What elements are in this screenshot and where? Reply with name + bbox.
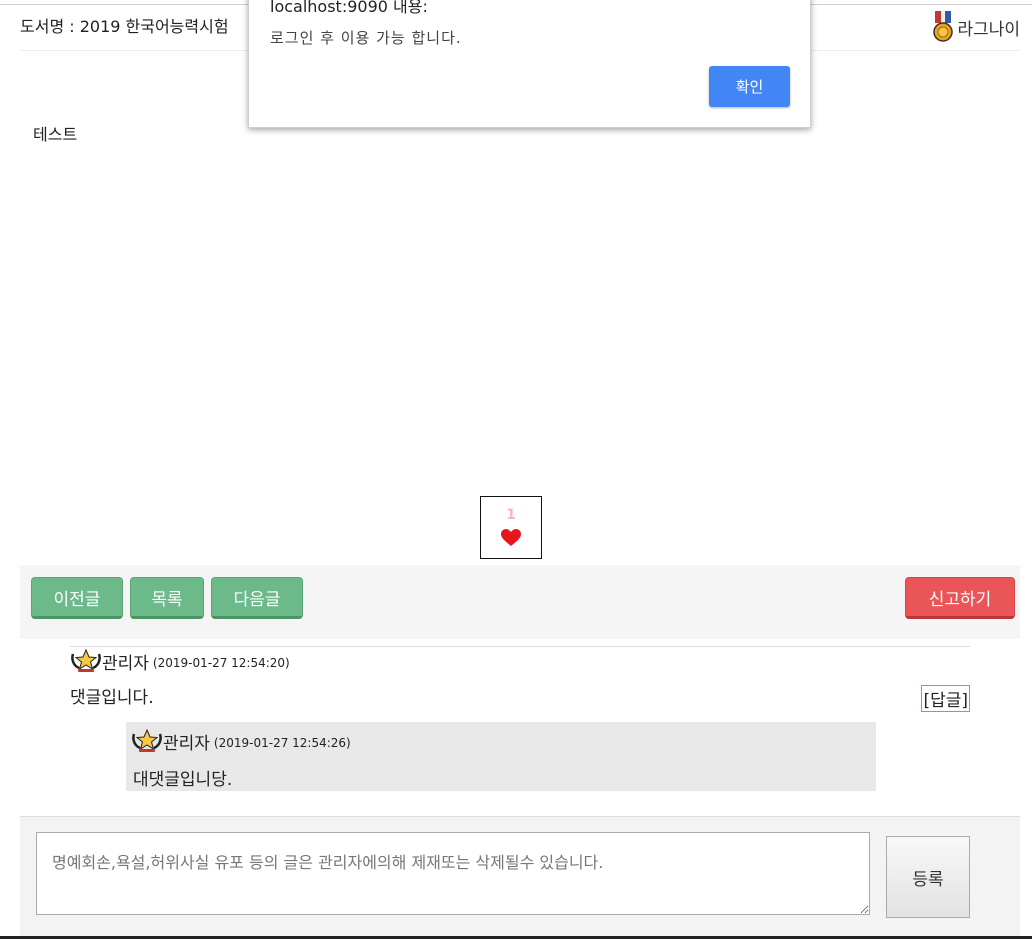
dialog-ok-button[interactable]: 확인: [709, 66, 790, 107]
comment-date: (2019-01-27 12:54:20): [152, 655, 290, 670]
reply-item: 관리자 (2019-01-27 12:54:26) 대댓글입니당.: [126, 722, 876, 791]
reply-header: 관리자 (2019-01-27 12:54:26): [131, 728, 351, 754]
username: 라그나이: [957, 19, 1020, 40]
comment-form: 등록: [20, 816, 1020, 937]
reply-author: 관리자: [163, 733, 210, 754]
comment-input[interactable]: [36, 832, 870, 915]
dialog-title: localhost:9090 내용:: [270, 0, 428, 16]
user-info[interactable]: 라그나이: [932, 11, 1020, 43]
post-action-bar: 이전글 목록 다음글 신고하기: [20, 565, 1020, 639]
admin-star-icon: [71, 648, 101, 672]
comment-header: 관리자 (2019-01-27 12:54:20): [70, 648, 970, 674]
comment-text: 댓글입니다.: [70, 688, 154, 708]
book-title: 도서명 : 2019 한국어능력시험: [20, 17, 229, 36]
dialog-message: 로그인 후 이용 가능 합니다.: [270, 29, 462, 47]
submit-comment-button[interactable]: 등록: [886, 836, 970, 918]
like-count: 1: [506, 507, 516, 523]
post-body: 테스트: [33, 125, 78, 144]
list-button[interactable]: 목록: [130, 577, 204, 619]
reply-link[interactable]: [답글]: [921, 685, 970, 712]
like-button[interactable]: 1: [480, 496, 542, 559]
admin-star-icon: [132, 728, 162, 752]
comment-item: 관리자 (2019-01-27 12:54:20) 댓글입니다. [답글]: [70, 648, 970, 712]
next-post-button[interactable]: 다음글: [211, 577, 303, 619]
alert-dialog: localhost:9090 내용: 로그인 후 이용 가능 합니다. 확인: [248, 0, 811, 128]
comment-author: 관리자: [102, 653, 149, 674]
heart-icon: [501, 529, 521, 546]
prev-post-button[interactable]: 이전글: [31, 577, 123, 619]
medal-icon: [933, 11, 954, 42]
report-button[interactable]: 신고하기: [905, 577, 1015, 619]
reply-text: 대댓글입니당.: [133, 770, 233, 790]
comments-divider: [70, 646, 970, 647]
reply-date: (2019-01-27 12:54:26): [213, 735, 351, 750]
